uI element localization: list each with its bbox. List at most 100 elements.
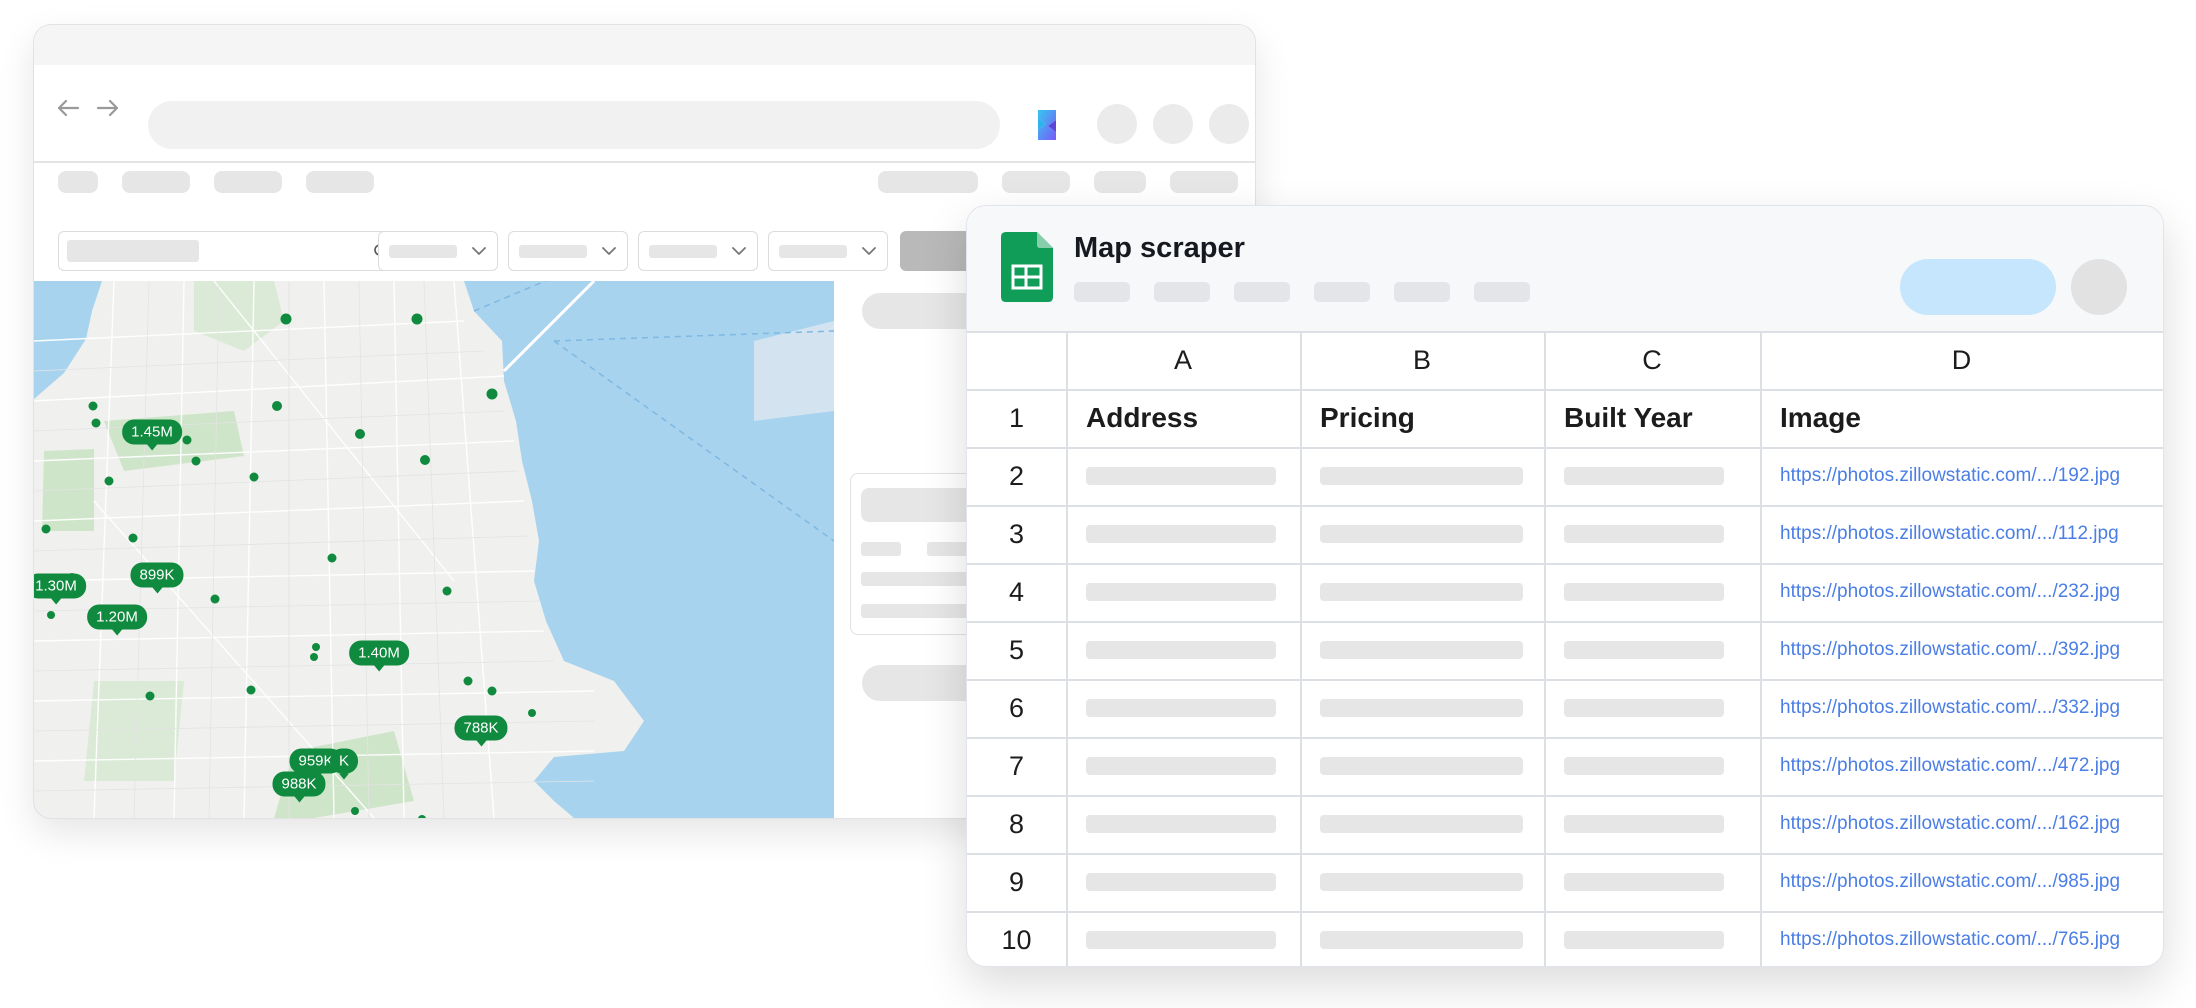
table-cell[interactable] [1300, 505, 1544, 563]
table-cell[interactable] [1544, 447, 1760, 505]
cell-placeholder [1564, 467, 1724, 485]
price-marker[interactable]: 899K [130, 562, 184, 594]
row-number[interactable]: 2 [967, 447, 1066, 505]
column-header[interactable]: B [1300, 331, 1544, 389]
table-cell[interactable] [1544, 853, 1760, 911]
profile-button[interactable] [1209, 104, 1249, 144]
share-button[interactable] [1900, 259, 2056, 315]
image-url-cell[interactable]: https://photos.zillowstatic.com/.../192.… [1760, 447, 2163, 505]
cell-placeholder [1320, 583, 1523, 601]
row-number[interactable]: 10 [967, 911, 1066, 966]
table-cell[interactable] [1066, 621, 1300, 679]
price-marker[interactable]: 788K [454, 715, 508, 747]
row-number[interactable]: 5 [967, 621, 1066, 679]
table-cell[interactable] [1300, 447, 1544, 505]
table-cell[interactable] [1544, 563, 1760, 621]
table-cell[interactable] [1066, 737, 1300, 795]
chevron-down-icon [602, 247, 616, 255]
nav-link[interactable] [1002, 171, 1070, 193]
google-sheets-icon [1001, 232, 1053, 302]
filter-dropdown[interactable] [768, 231, 888, 271]
menu-item[interactable] [1474, 282, 1530, 302]
price-marker[interactable]: 1.20M [87, 604, 147, 636]
table-cell[interactable] [1300, 679, 1544, 737]
column-header[interactable]: D [1760, 331, 2163, 389]
price-marker[interactable]: K [329, 748, 359, 780]
table-cell[interactable] [1544, 679, 1760, 737]
nav-link[interactable] [58, 171, 98, 193]
table-cell[interactable] [1544, 621, 1760, 679]
arrow-right-icon[interactable] [93, 93, 123, 123]
avatar[interactable] [2071, 259, 2127, 315]
table-cell[interactable] [1300, 911, 1544, 966]
nav-link[interactable] [1094, 171, 1146, 193]
table-cell[interactable] [1066, 911, 1300, 966]
cell-placeholder [1564, 815, 1724, 833]
filter-dropdown[interactable] [378, 231, 498, 271]
image-url-cell[interactable]: https://photos.zillowstatic.com/.../765.… [1760, 911, 2163, 966]
map-canvas[interactable] [34, 281, 834, 818]
nav-link[interactable] [306, 171, 374, 193]
nav-link[interactable] [214, 171, 282, 193]
table-cell[interactable] [1066, 447, 1300, 505]
spreadsheet-window: Map scraper A B C D 1 Address Pricing Built Yea… [966, 205, 2164, 967]
corner-cell[interactable] [967, 331, 1066, 389]
image-url-cell[interactable]: https://photos.zillowstatic.com/.../162.… [1760, 795, 2163, 853]
image-url-cell[interactable]: https://photos.zillowstatic.com/.../232.… [1760, 563, 2163, 621]
field-header-cell[interactable]: Pricing [1300, 389, 1544, 447]
address-bar[interactable] [148, 101, 1000, 149]
row-number[interactable]: 1 [967, 389, 1066, 447]
search-input[interactable] [58, 231, 400, 271]
table-cell[interactable] [1066, 563, 1300, 621]
row-number[interactable]: 4 [967, 563, 1066, 621]
table-cell[interactable] [1066, 505, 1300, 563]
table-cell[interactable] [1544, 505, 1760, 563]
spreadsheet-title[interactable]: Map scraper [1074, 232, 1245, 265]
image-url-cell[interactable]: https://photos.zillowstatic.com/.../112.… [1760, 505, 2163, 563]
row-number[interactable]: 7 [967, 737, 1066, 795]
column-header[interactable]: C [1544, 331, 1760, 389]
image-url-cell[interactable]: https://photos.zillowstatic.com/.../472.… [1760, 737, 2163, 795]
price-marker[interactable]: 1.40M [349, 640, 409, 672]
extension-button[interactable] [1097, 104, 1137, 144]
brand-logo-icon[interactable] [1028, 106, 1066, 144]
price-marker[interactable]: 1.45M [122, 419, 182, 451]
table-cell[interactable] [1300, 737, 1544, 795]
price-marker[interactable]: 1.30M [34, 573, 86, 605]
nav-link[interactable] [878, 171, 978, 193]
arrow-left-icon[interactable] [53, 93, 83, 123]
filter-dropdown[interactable] [638, 231, 758, 271]
table-cell[interactable] [1544, 737, 1760, 795]
nav-link[interactable] [1170, 171, 1238, 193]
table-cell[interactable] [1300, 621, 1544, 679]
table-cell[interactable] [1544, 911, 1760, 966]
table-cell[interactable] [1300, 563, 1544, 621]
image-url-cell[interactable]: https://photos.zillowstatic.com/.../985.… [1760, 853, 2163, 911]
table-cell[interactable] [1066, 679, 1300, 737]
field-header-cell[interactable]: Image [1760, 389, 2163, 447]
filter-dropdown[interactable] [508, 231, 628, 271]
row-number[interactable]: 6 [967, 679, 1066, 737]
table-cell[interactable] [1066, 795, 1300, 853]
row-number[interactable]: 8 [967, 795, 1066, 853]
table-cell[interactable] [1300, 853, 1544, 911]
field-header-cell[interactable]: Built Year [1544, 389, 1760, 447]
menu-item[interactable] [1394, 282, 1450, 302]
row-number[interactable]: 9 [967, 853, 1066, 911]
image-url-cell[interactable]: https://photos.zillowstatic.com/.../392.… [1760, 621, 2163, 679]
menu-item[interactable] [1314, 282, 1370, 302]
menu-item[interactable] [1154, 282, 1210, 302]
field-header-cell[interactable]: Address [1066, 389, 1300, 447]
image-url-cell[interactable]: https://photos.zillowstatic.com/.../332.… [1760, 679, 2163, 737]
extension-button[interactable] [1153, 104, 1193, 144]
menu-item[interactable] [1234, 282, 1290, 302]
map-view[interactable]: 1.45M 899K 1.30M 1.20M 1.40M 788K 959K K… [34, 281, 834, 818]
row-number[interactable]: 3 [967, 505, 1066, 563]
nav-link[interactable] [122, 171, 190, 193]
table-cell[interactable] [1066, 853, 1300, 911]
table-cell[interactable] [1300, 795, 1544, 853]
table-cell[interactable] [1544, 795, 1760, 853]
price-marker[interactable]: 988K [272, 771, 326, 803]
menu-item[interactable] [1074, 282, 1130, 302]
column-header[interactable]: A [1066, 331, 1300, 389]
